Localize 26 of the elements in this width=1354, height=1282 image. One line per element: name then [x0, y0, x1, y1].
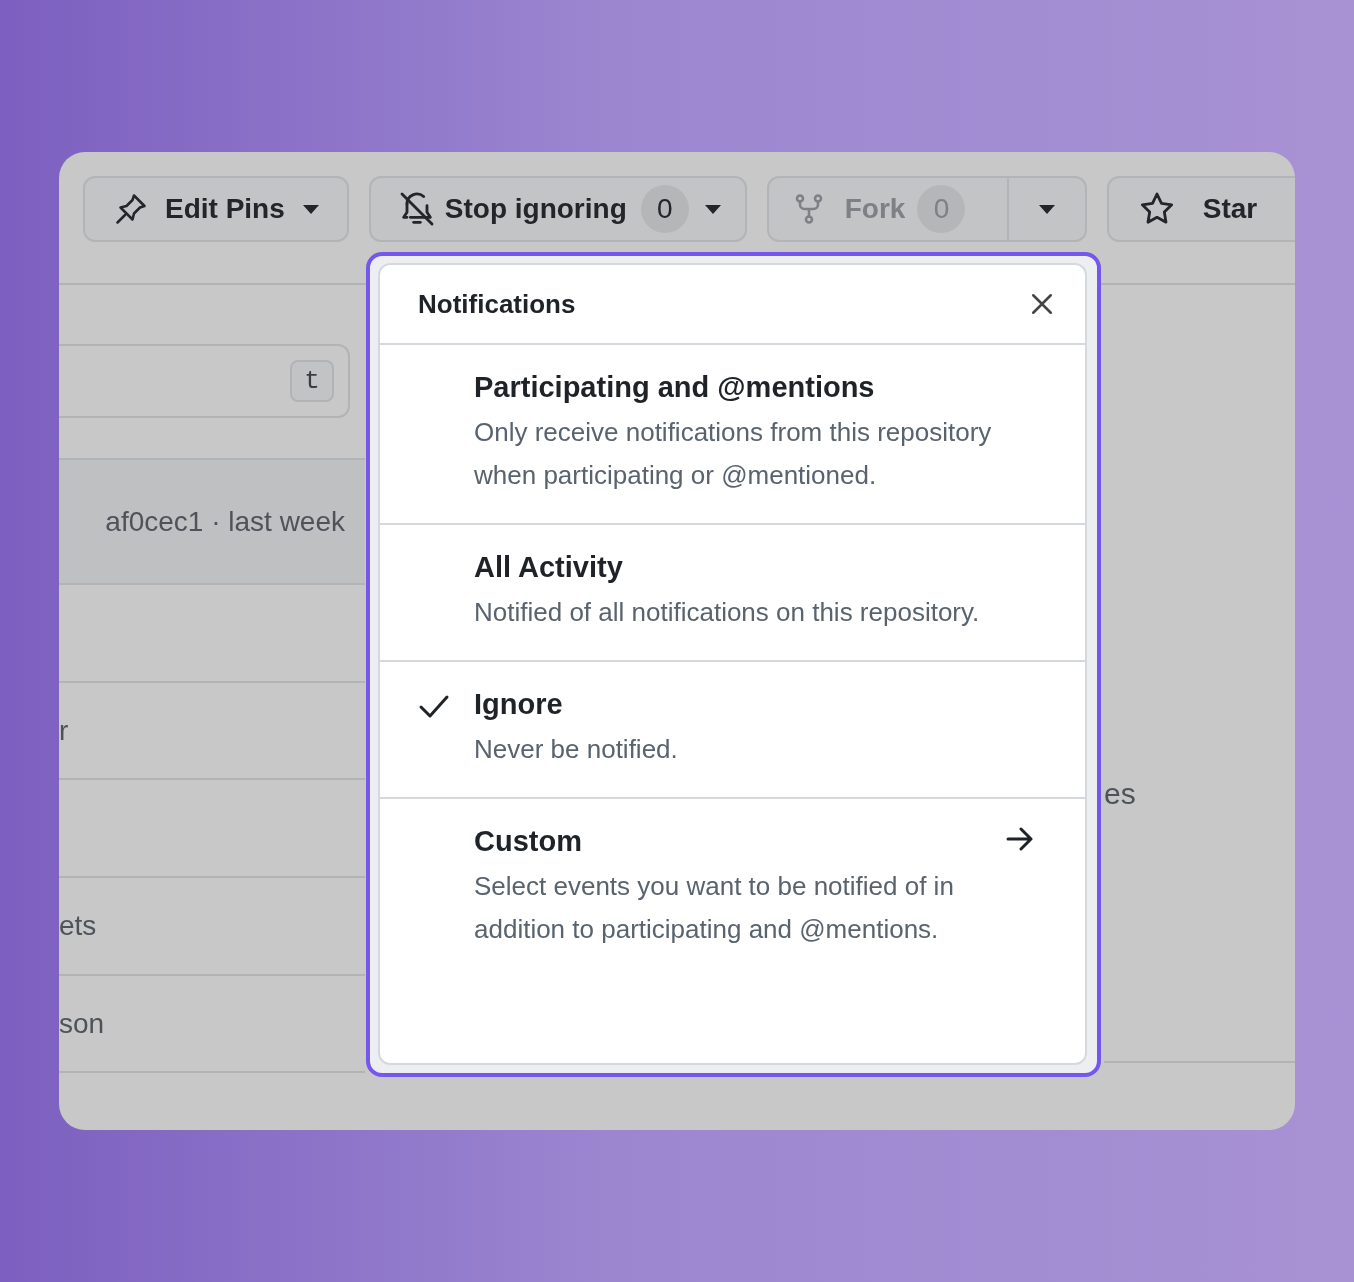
fork-count: 0	[917, 185, 966, 233]
popup-title: Notifications	[418, 288, 576, 320]
option-description: Select events you want to be notified of in addition to participating and @mentions.	[474, 870, 955, 946]
arrow-right-icon	[1005, 825, 1035, 853]
option-description: Never be notified.	[474, 733, 679, 766]
commit-info: af0cec1 · last week	[105, 505, 345, 538]
option-description: Only receive notifications from this repository when participating or @mentioned.	[474, 416, 993, 492]
row-label: son	[59, 1007, 105, 1040]
caret-icon	[300, 203, 321, 215]
pin-icon	[113, 191, 149, 227]
search-field[interactable]: t	[59, 344, 350, 418]
option-title: Participating and @mentions	[474, 370, 875, 405]
star-button[interactable]: Star	[1106, 176, 1295, 242]
option-title: Ignore	[474, 687, 563, 722]
caret-icon	[702, 203, 723, 215]
caret-icon	[1036, 203, 1057, 215]
keyboard-shortcut-hint: t	[290, 360, 334, 402]
sidebar-text: es	[1104, 777, 1136, 811]
option-description: Notified of all notifications on this repository.	[474, 596, 981, 629]
edit-pins-button[interactable]: Edit Pins	[83, 176, 349, 242]
watch-button[interactable]: Stop ignoring 0	[368, 176, 747, 242]
option-title: All Activity	[474, 550, 623, 585]
row-label: r	[59, 714, 69, 747]
row-label: ets	[59, 910, 97, 942]
option-title: Custom	[474, 824, 582, 859]
watch-count: 0	[640, 185, 689, 233]
